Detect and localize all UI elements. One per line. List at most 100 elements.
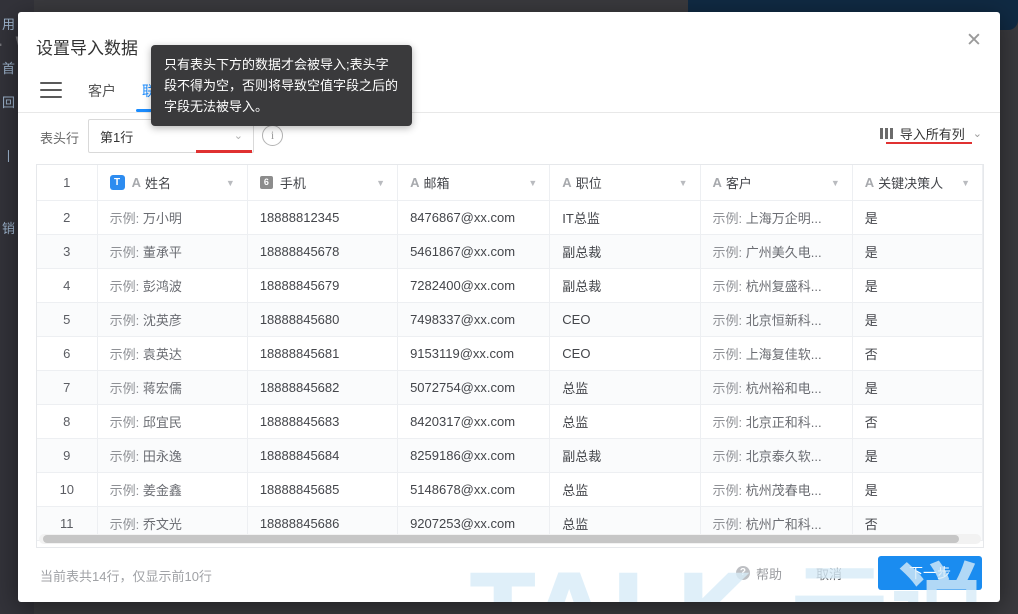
table-horizontal-scrollbar[interactable] — [39, 534, 981, 544]
table-row: 2示例: 万小明188888123458476867@xx.comIT总监示例:… — [37, 201, 983, 235]
cell-email: 5461867@xx.com — [398, 235, 550, 269]
cell-phone: 18888845681 — [247, 337, 397, 371]
table-row: 9示例: 田永逸188888456848259186@xx.com副总裁示例: … — [37, 439, 983, 473]
cell-email: 5072754@xx.com — [398, 371, 550, 405]
caret-down-icon[interactable]: ▼ — [961, 178, 970, 188]
caret-down-icon[interactable]: ▼ — [831, 178, 840, 188]
cell-key-decision-maker: 是 — [852, 235, 982, 269]
caret-down-icon[interactable]: ▼ — [528, 178, 537, 188]
cell-name: 示例: 沈英彦 — [97, 303, 247, 337]
column-header-job[interactable]: A 职位 ▼ — [550, 165, 700, 201]
cell-job: 副总裁 — [550, 439, 700, 473]
caret-down-icon[interactable]: ▼ — [376, 178, 385, 188]
import-columns-highlight-underline — [886, 142, 972, 144]
cell-key-decision-maker: 是 — [852, 303, 982, 337]
text-glyph-icon: A — [410, 175, 419, 190]
row-index-cell: 3 — [37, 235, 97, 269]
header-row-value: 第1行 — [100, 127, 133, 146]
text-glyph-icon: A — [562, 175, 571, 190]
cell-phone: 18888845682 — [247, 371, 397, 405]
cell-name: 示例: 袁英达 — [97, 337, 247, 371]
help-label: 帮助 — [756, 564, 782, 583]
cell-phone: 18888845684 — [247, 439, 397, 473]
text-glyph-icon: A — [132, 175, 141, 190]
cell-email: 8476867@xx.com — [398, 201, 550, 235]
tab-customer[interactable]: 客户 — [88, 68, 116, 112]
row-index-cell: 2 — [37, 201, 97, 235]
column-header-label: 职位 — [576, 173, 602, 192]
question-mark-icon: ? — [736, 566, 750, 580]
cell-email: 7498337@xx.com — [398, 303, 550, 337]
cell-job: CEO — [550, 337, 700, 371]
import-preview-table: 1 T A 姓名 ▼ 6 手机 ▼ — [36, 164, 984, 548]
tooltip-arrow — [262, 116, 276, 123]
row-index-cell: 7 — [37, 371, 97, 405]
cell-name: 示例: 董承平 — [97, 235, 247, 269]
info-icon[interactable]: i — [262, 125, 283, 146]
cell-phone: 18888845680 — [247, 303, 397, 337]
cell-key-decision-maker: 否 — [852, 337, 982, 371]
row-index-cell: 10 — [37, 473, 97, 507]
close-icon[interactable]: ✕ — [960, 26, 988, 54]
row-index-cell: 4 — [37, 269, 97, 303]
text-glyph-icon: A — [713, 175, 722, 190]
row-index-cell: 8 — [37, 405, 97, 439]
table-header-row: 1 T A 姓名 ▼ 6 手机 ▼ — [37, 165, 983, 201]
cell-email: 8259186@xx.com — [398, 439, 550, 473]
next-step-button[interactable]: 下一步 — [878, 556, 982, 590]
text-type-badge-icon: T — [110, 175, 125, 190]
cell-customer: 示例: 上海万企明... — [700, 201, 852, 235]
cell-key-decision-maker: 是 — [852, 439, 982, 473]
text-glyph-icon: A — [865, 175, 874, 190]
cell-key-decision-maker: 否 — [852, 405, 982, 439]
cell-customer: 示例: 杭州裕和电... — [700, 371, 852, 405]
cell-job: 副总裁 — [550, 269, 700, 303]
hamburger-icon[interactable] — [40, 82, 62, 98]
column-header-customer[interactable]: A 客户 ▼ — [700, 165, 852, 201]
cell-customer: 示例: 广州美久电... — [700, 235, 852, 269]
import-columns-button[interactable]: 导入所有列 ⌄ — [880, 124, 982, 143]
table-row: 8示例: 邱宜民188888456838420317@xx.com总监示例: 北… — [37, 405, 983, 439]
number-type-badge-icon: 6 — [260, 176, 273, 189]
help-button[interactable]: ? 帮助 — [736, 564, 782, 583]
column-header-key-decision-maker[interactable]: A 关键决策人 ▼ — [852, 165, 982, 201]
cell-email: 8420317@xx.com — [398, 405, 550, 439]
cell-customer: 示例: 杭州复盛科... — [700, 269, 852, 303]
cell-name: 示例: 万小明 — [97, 201, 247, 235]
cell-customer: 示例: 北京恒新科... — [700, 303, 852, 337]
cell-job: 总监 — [550, 473, 700, 507]
cell-job: 总监 — [550, 371, 700, 405]
column-header-phone[interactable]: 6 手机 ▼ — [247, 165, 397, 201]
cell-phone: 18888845683 — [247, 405, 397, 439]
column-header-name[interactable]: T A 姓名 ▼ — [97, 165, 247, 201]
cell-job: CEO — [550, 303, 700, 337]
table-row: 3示例: 董承平188888456785461867@xx.com副总裁示例: … — [37, 235, 983, 269]
cell-job: 副总裁 — [550, 235, 700, 269]
header-row-highlight-underline — [196, 150, 252, 153]
cell-phone: 18888845679 — [247, 269, 397, 303]
cell-key-decision-maker: 是 — [852, 371, 982, 405]
cell-job: 总监 — [550, 405, 700, 439]
chevron-down-icon: ⌄ — [234, 129, 243, 142]
row-index-cell: 5 — [37, 303, 97, 337]
row-index-cell: 9 — [37, 439, 97, 473]
row-count-note: 当前表共14行，仅显示前10行 — [40, 566, 212, 585]
cell-email: 9153119@xx.com — [398, 337, 550, 371]
caret-down-icon[interactable]: ▼ — [226, 178, 235, 188]
column-header-label: 关键决策人 — [878, 173, 943, 192]
caret-down-icon[interactable]: ▼ — [679, 178, 688, 188]
header-row-tooltip: 只有表头下方的数据才会被导入;表头字段不得为空，否则将导致空值字段之后的字段无法… — [151, 45, 412, 126]
cancel-button[interactable]: 取消 — [816, 564, 842, 583]
row-index-cell: 6 — [37, 337, 97, 371]
cell-phone: 18888812345 — [247, 201, 397, 235]
cell-job: IT总监 — [550, 201, 700, 235]
cell-name: 示例: 姜金鑫 — [97, 473, 247, 507]
cell-phone: 18888845678 — [247, 235, 397, 269]
cell-name: 示例: 田永逸 — [97, 439, 247, 473]
cell-email: 7282400@xx.com — [398, 269, 550, 303]
table-row: 7示例: 蒋宏儒188888456825072754@xx.com总监示例: 杭… — [37, 371, 983, 405]
column-header-email[interactable]: A 邮箱 ▼ — [398, 165, 550, 201]
scrollbar-thumb[interactable] — [43, 535, 959, 543]
cell-customer: 示例: 北京正和科... — [700, 405, 852, 439]
cell-name: 示例: 邱宜民 — [97, 405, 247, 439]
